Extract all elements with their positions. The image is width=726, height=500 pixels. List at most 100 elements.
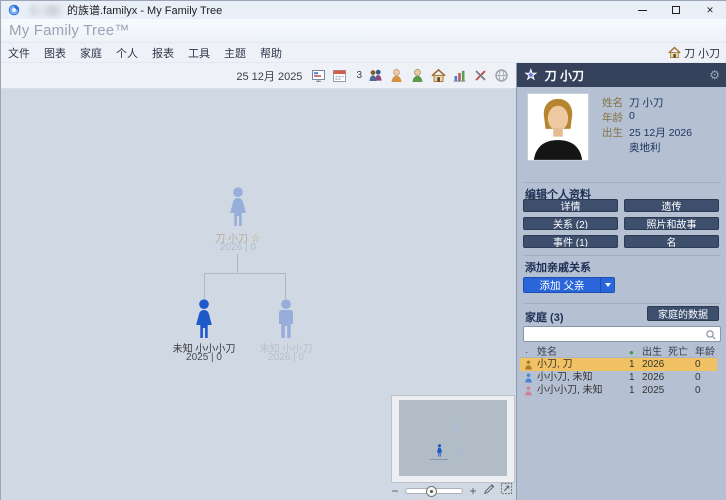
row-count: 1 xyxy=(629,359,635,370)
zoom-out-button[interactable]: − xyxy=(389,485,401,497)
close-icon: ✕ xyxy=(706,4,714,15)
separator xyxy=(523,255,721,256)
menu-themes[interactable]: 主题 xyxy=(217,43,253,63)
close-button[interactable]: ✕ xyxy=(693,1,726,19)
family-data-button[interactable]: 家庭的数据 xyxy=(647,306,719,321)
row-name: 小小刀, 未知 xyxy=(537,372,593,383)
minimize-button[interactable] xyxy=(625,1,659,19)
statistics-icon[interactable] xyxy=(451,68,467,84)
app-logo-icon xyxy=(8,4,20,16)
names-button[interactable]: 名 xyxy=(624,235,719,248)
zoom-slider-thumb[interactable] xyxy=(426,486,437,497)
minimap-panel[interactable] xyxy=(391,395,515,483)
menu-tools[interactable]: 工具 xyxy=(181,43,217,63)
row-count: 1 xyxy=(629,372,635,383)
menu-help[interactable]: 帮助 xyxy=(253,43,289,63)
fit-to-window-icon[interactable] xyxy=(500,482,513,500)
add-father-split-button[interactable]: 添加 父亲 xyxy=(523,277,615,293)
separator xyxy=(523,303,721,304)
favorite-star-icon[interactable]: ★ xyxy=(525,67,538,83)
avatar xyxy=(528,94,588,160)
menu-family[interactable]: 家庭 xyxy=(73,43,109,63)
home-person-name: 刀 小刀 xyxy=(683,47,720,60)
minimap-label-mark xyxy=(430,459,448,460)
field-value-birthplace: 奥地利 xyxy=(629,142,661,154)
person-photo[interactable] xyxy=(527,93,589,161)
home-person-link[interactable]: 刀 小刀 xyxy=(668,45,726,61)
events-button[interactable]: 事件 (1) xyxy=(523,235,618,248)
menu-reports[interactable]: 报表 xyxy=(145,43,181,63)
maximize-icon xyxy=(672,6,680,14)
row-birth: 2025 xyxy=(642,385,665,396)
field-label-age: 年龄 xyxy=(602,112,623,124)
zoom-slider[interactable] xyxy=(405,486,463,497)
person-icon xyxy=(525,360,532,370)
menu-bar: 文件 图表 家庭 个人 报表 工具 主题 帮助 刀 小刀 xyxy=(1,43,726,63)
row-birth: 2026 xyxy=(642,359,665,370)
edit-mode-icon[interactable] xyxy=(483,482,496,500)
field-value-birth: 25 12月 2026 xyxy=(629,127,693,139)
row-age: 0 xyxy=(695,385,701,396)
family-search[interactable] xyxy=(523,326,721,342)
table-row[interactable]: 小小刀, 未知 1 2026 0 xyxy=(520,371,717,384)
tree-connector xyxy=(285,273,286,299)
zoom-controls: − + xyxy=(389,482,517,500)
table-row[interactable]: 小小小刀, 未知 1 2025 0 xyxy=(520,384,717,397)
person-icon xyxy=(525,373,532,383)
person-icon xyxy=(525,386,532,396)
add-relative-title: 添加亲戚关系 xyxy=(525,262,591,274)
tree-connector xyxy=(204,273,205,299)
menu-file[interactable]: 文件 xyxy=(1,43,37,63)
home-view-icon[interactable] xyxy=(430,68,446,84)
photos-stories-button[interactable]: 照片和故事 xyxy=(624,217,719,230)
details-button[interactable]: 详情 xyxy=(523,199,618,212)
family-table-header[interactable]: · 姓名 ● 出生 死亡 年龄 xyxy=(520,346,717,358)
app-header: My Family Tree™ xyxy=(1,19,726,43)
row-birth: 2026 xyxy=(642,372,665,383)
web-icon[interactable] xyxy=(493,68,509,84)
app-window: 的族谱.familyx - My Family Tree ✕ My Family… xyxy=(0,0,726,500)
add-person-icon[interactable] xyxy=(409,68,425,84)
tree-child2-detail: 2026 | 0 xyxy=(268,352,304,363)
tree-connector xyxy=(204,273,286,274)
family-section-title: 家庭 (3) xyxy=(525,312,564,324)
slideshow-icon[interactable] xyxy=(310,68,326,84)
search-icon xyxy=(706,330,716,340)
gear-icon[interactable]: ⚙ xyxy=(709,68,720,82)
sidebar-person-name: 刀 小刀 xyxy=(544,68,584,83)
people-count-badge: 3 xyxy=(356,70,362,81)
menu-person[interactable]: 个人 xyxy=(109,43,145,63)
tree-person-child-selected[interactable] xyxy=(191,299,217,339)
chevron-down-icon xyxy=(604,283,611,287)
tree-root-detail: 2026 | 0 xyxy=(220,242,256,253)
table-row[interactable]: 小刀, 刀 1 2026 0 xyxy=(520,358,717,371)
genetics-button[interactable]: 遗传 xyxy=(624,199,719,212)
minimize-icon xyxy=(637,9,647,11)
add-relative-dropdown[interactable] xyxy=(600,278,614,292)
group-icon[interactable] xyxy=(367,68,383,84)
field-label-name: 姓名 xyxy=(602,97,623,109)
maximize-button[interactable] xyxy=(659,1,693,19)
sidebar-header: ★ 刀 小刀 ⚙ xyxy=(517,63,726,87)
tools-icon[interactable] xyxy=(472,68,488,84)
add-female-icon[interactable] xyxy=(388,68,404,84)
chart-toolbar: 25 12月 2025 3 xyxy=(1,63,517,89)
row-age: 0 xyxy=(695,359,701,370)
redacted-owner-name xyxy=(30,4,64,16)
tree-person-child2[interactable] xyxy=(273,299,299,339)
field-value-age: 0 xyxy=(629,110,635,122)
row-count: 1 xyxy=(629,385,635,396)
add-father-button[interactable]: 添加 父亲 xyxy=(524,278,600,292)
field-label-birth: 出生 xyxy=(602,127,623,139)
relationships-button[interactable]: 关系 (2) xyxy=(523,217,618,230)
search-input[interactable] xyxy=(526,327,706,341)
row-name: 小刀, 刀 xyxy=(537,359,573,370)
tree-connector xyxy=(237,254,238,273)
minimap-viewport[interactable] xyxy=(399,400,507,476)
zoom-in-button[interactable]: + xyxy=(467,485,479,497)
person-sidebar: ★ 刀 小刀 ⚙ 姓名 刀 小刀 年龄 0 出生 25 12月 2026 奥地利… xyxy=(517,63,726,500)
tree-person-root[interactable] xyxy=(225,187,251,227)
family-table: · 姓名 ● 出生 死亡 年龄 小刀, 刀 1 2026 0 小小刀, 未知 1… xyxy=(520,346,717,397)
menu-charts[interactable]: 图表 xyxy=(37,43,73,63)
calendar-icon[interactable] xyxy=(331,68,347,84)
